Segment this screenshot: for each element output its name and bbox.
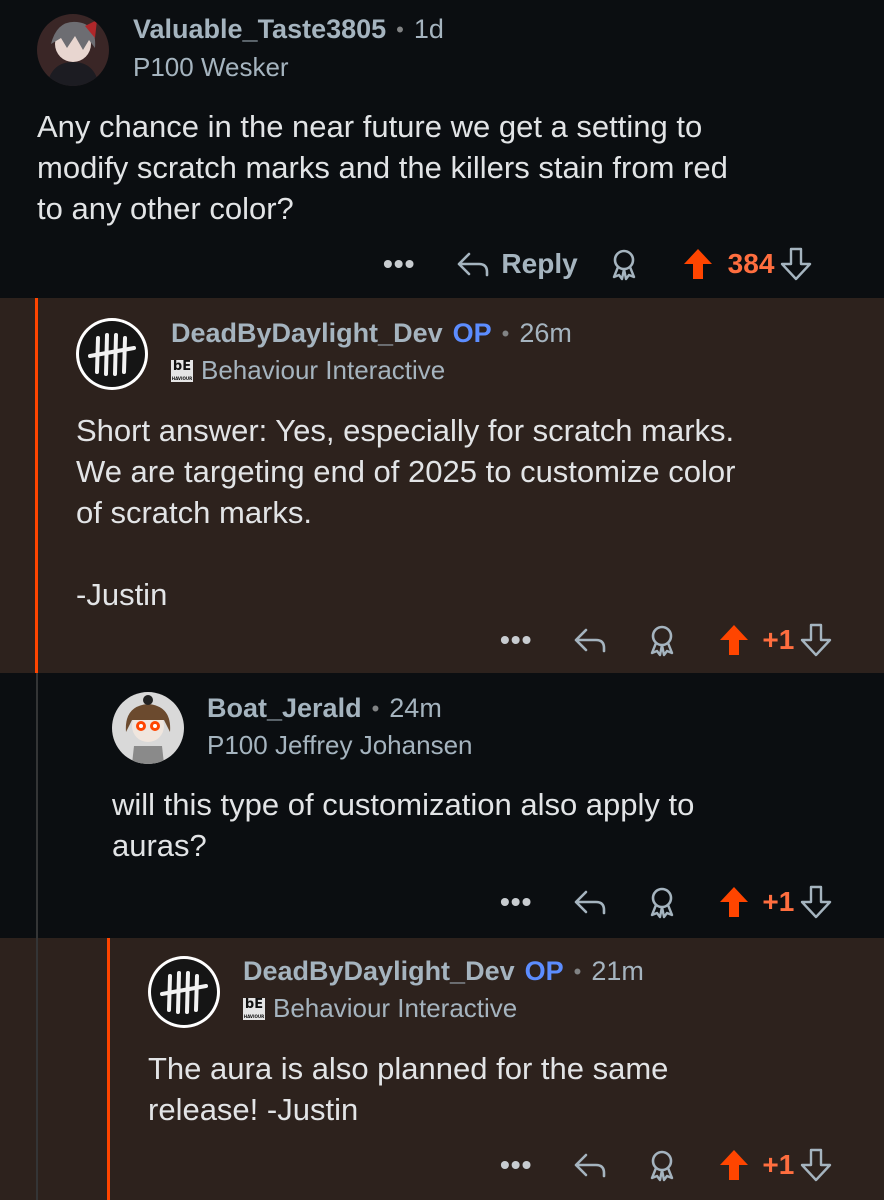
downvote-button[interactable] [800,1148,832,1182]
comment-time: 26m [519,318,572,348]
downvote-button[interactable] [800,623,832,657]
separator-dot: • [501,320,510,346]
upvote-button[interactable] [718,885,750,919]
comment-username[interactable]: Boat_Jerald [207,693,362,724]
vote-score: +1 [762,886,795,917]
flair-text: Behaviour Interactive [273,993,518,1023]
comment-body: The aura is also planned for the same re… [148,1051,669,1127]
award-icon [651,625,674,657]
thread-line [36,938,38,1200]
behaviour-logo-icon: bE HAVIOUR [171,358,193,382]
upvote-button[interactable] [682,247,714,281]
user-flair: P100 Wesker [133,52,289,83]
upvote-icon [720,1150,749,1180]
vote-score: +1 [762,624,795,655]
more-options-button[interactable]: ••• [500,624,532,656]
separator-dot: • [573,958,582,984]
downvote-icon [801,885,832,919]
downvote-icon [801,623,832,657]
comment-body: Any chance in the near future we get a s… [37,109,728,226]
op-thread-line [107,938,110,1200]
downvote-button[interactable] [800,885,832,919]
reply-icon [575,890,606,915]
award-icon [651,1150,674,1182]
comment-time: 24m [389,693,442,723]
downvote-icon [801,1148,832,1182]
upvote-button[interactable] [718,1148,750,1182]
avatar-dbd-dev[interactable] [148,956,220,1028]
more-options-button[interactable]: ••• [383,248,415,280]
flair-text: P100 Wesker [133,52,289,82]
reply-button[interactable] [572,1150,608,1180]
behaviour-logo-icon: bE HAVIOUR [243,996,265,1020]
more-options-button[interactable]: ••• [500,886,532,918]
reply-icon [575,628,606,653]
avatar-boat-jerald[interactable] [112,692,184,764]
comment-username[interactable]: DeadByDaylight_Dev [171,318,443,349]
dbd-logo [151,959,217,1025]
reply-button[interactable]: Reply [455,248,578,280]
comment-username[interactable]: Valuable_Taste3805 [133,14,386,45]
downvote-button[interactable] [780,247,812,281]
award-icon [612,249,635,281]
thread-line [36,673,38,938]
comment-time: 1d [413,14,444,44]
more-options-button[interactable]: ••• [500,1149,532,1181]
reply-button[interactable] [572,887,608,917]
avatar-dbd-dev[interactable] [76,318,148,390]
flair-text: Behaviour Interactive [201,355,446,385]
dbd-logo [79,321,145,387]
vote-score: +1 [762,1149,795,1180]
avatar-image [37,14,109,86]
downvote-icon [781,247,812,281]
upvote-icon [720,887,749,917]
separator-dot: • [396,16,404,42]
comment-username[interactable]: DeadByDaylight_Dev [243,956,515,987]
reply-icon [458,252,489,277]
award-button[interactable] [646,623,678,657]
op-thread-line [35,298,38,673]
award-button[interactable] [646,1148,678,1182]
upvote-button[interactable] [718,623,750,657]
op-badge: OP [452,318,492,348]
reply-label: Reply [501,248,578,279]
reply-icon [575,1153,606,1178]
comment-1: Valuable_Taste3805 • 1d P100 Wesker Any … [0,0,884,298]
avatar-image [112,692,184,764]
upvote-icon [683,249,712,279]
comment-body: will this type of customization also app… [112,787,695,863]
user-flair: bE HAVIOUR Behaviour Interactive [171,355,445,386]
award-icon [651,887,674,919]
reply-button[interactable] [572,625,608,655]
upvote-icon [720,625,749,655]
avatar-valuable-taste[interactable] [37,14,109,86]
separator-dot: • [371,695,380,721]
award-button[interactable] [608,247,640,281]
op-badge: OP [524,956,564,986]
award-button[interactable] [646,885,678,919]
flair-text: P100 Jeffrey Johansen [207,730,473,760]
comment-body: Short answer: Yes, especially for scratc… [76,413,736,612]
user-flair: bE HAVIOUR Behaviour Interactive [243,993,517,1024]
vote-score: 384 [727,248,775,279]
user-flair: P100 Jeffrey Johansen [207,730,472,761]
comment-time: 21m [591,956,644,986]
